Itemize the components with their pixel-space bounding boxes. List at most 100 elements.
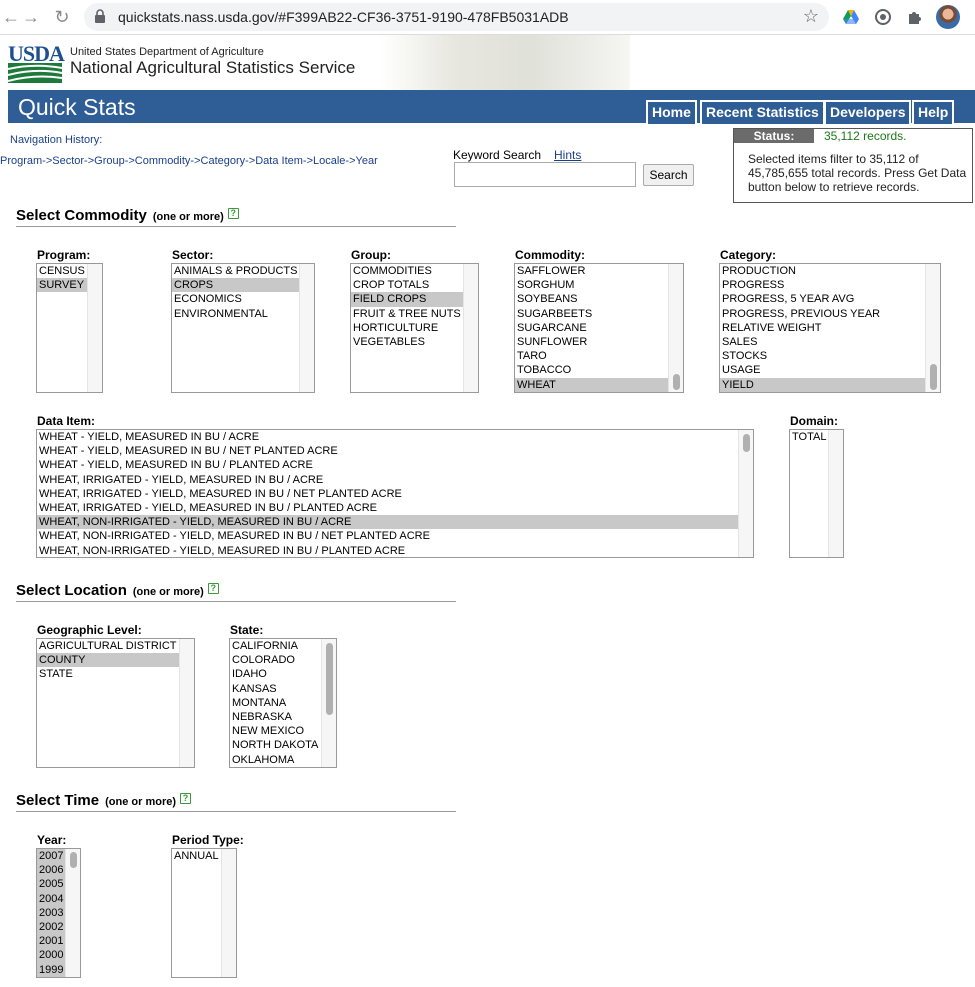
geographic-level-listbox[interactable]: AGRICULTURAL DISTRICT COUNTY STATE — [36, 638, 195, 768]
list-option[interactable]: SAFFLOWER — [515, 264, 668, 278]
scrollbar[interactable] — [221, 849, 236, 977]
back-icon[interactable]: ← — [0, 6, 22, 28]
commodity-listbox[interactable]: SAFFLOWER SORGHUM SOYBEANS SUGARBEETS SUGARC… — [514, 263, 684, 393]
breadcrumb[interactable]: Program->Sector->Group->Commodity->Categ… — [0, 155, 378, 167]
list-option[interactable]: WHEAT, IRRIGATED - YIELD, MEASURED IN BU… — [37, 487, 738, 501]
list-option[interactable]: CROPS — [172, 278, 299, 293]
extension-circle-icon[interactable] — [874, 8, 892, 26]
list-option[interactable]: IDAHO — [230, 667, 321, 681]
list-option[interactable]: WHEAT - YIELD, MEASURED IN BU / NET PLAN… — [37, 444, 738, 458]
list-option[interactable]: OKLAHOMA — [230, 753, 321, 767]
scrollbar-thumb[interactable] — [743, 434, 750, 452]
list-option[interactable]: WHEAT, NON-IRRIGATED - YIELD, MEASURED I… — [37, 544, 738, 558]
list-option[interactable]: WHEAT, NON-IRRIGATED - YIELD, MEASURED I… — [37, 515, 738, 530]
list-option[interactable]: ANNUAL — [172, 849, 221, 863]
scrollbar[interactable] — [299, 264, 314, 392]
address-bar[interactable]: quickstats.nass.usda.gov/#F399AB22-CF36-… — [84, 3, 829, 31]
help-icon[interactable]: ? — [180, 793, 192, 804]
list-option[interactable]: PROGRESS, PREVIOUS YEAR — [720, 307, 925, 321]
list-option[interactable]: SALES — [720, 335, 925, 349]
list-option[interactable]: SOYBEANS — [515, 292, 668, 306]
help-icon[interactable]: ? — [207, 583, 219, 594]
list-option[interactable]: 2005 — [37, 877, 65, 892]
list-option[interactable]: HORTICULTURE — [351, 321, 463, 335]
keyword-search-input[interactable] — [454, 162, 636, 187]
scrollbar-thumb[interactable] — [930, 364, 937, 390]
sector-listbox[interactable]: ANIMALS & PRODUCTS CROPS ECONOMICS ENVIRONM… — [171, 263, 315, 393]
list-option[interactable]: NEBRASKA — [230, 710, 321, 724]
list-option[interactable]: NEW MEXICO — [230, 724, 321, 738]
list-option[interactable]: ECONOMICS — [172, 292, 299, 306]
list-option[interactable]: 2001 — [37, 934, 65, 949]
search-hints-link[interactable]: Hints — [554, 148, 581, 162]
program-listbox[interactable]: CENSUS SURVEY — [36, 263, 103, 393]
list-option[interactable]: PROGRESS — [720, 278, 925, 292]
forward-icon[interactable]: → — [20, 6, 42, 28]
list-option[interactable]: CALIFORNIA — [230, 639, 321, 653]
list-option[interactable]: SORGHUM — [515, 278, 668, 292]
list-option[interactable]: STOCKS — [720, 349, 925, 363]
scrollbar-thumb[interactable] — [70, 852, 77, 868]
domain-listbox[interactable]: TOTAL — [789, 429, 844, 558]
scrollbar[interactable] — [463, 264, 478, 392]
list-option[interactable]: STATE — [37, 667, 179, 681]
nav-developers[interactable]: Developers — [824, 100, 912, 124]
extensions-puzzle-icon[interactable] — [906, 8, 924, 26]
scrollbar[interactable] — [925, 264, 940, 392]
nav-home[interactable]: Home — [646, 100, 697, 124]
list-option[interactable]: YIELD — [720, 377, 925, 392]
list-option[interactable]: CENSUS — [37, 264, 87, 278]
scrollbar[interactable] — [65, 849, 80, 977]
list-option[interactable]: COUNTY — [37, 653, 179, 668]
list-option[interactable]: FIELD CROPS — [351, 292, 463, 307]
drive-icon[interactable] — [842, 8, 860, 26]
list-option[interactable]: SUNFLOWER — [515, 335, 668, 349]
scrollbar-thumb[interactable] — [673, 374, 680, 390]
scrollbar[interactable] — [828, 430, 843, 557]
usda-logo[interactable]: USDA — [8, 41, 65, 83]
list-option[interactable]: TOTAL — [790, 430, 828, 444]
list-option[interactable]: TARO — [515, 349, 668, 363]
list-option[interactable]: TOBACCO — [515, 363, 668, 377]
list-option[interactable]: WHEAT, IRRIGATED - YIELD, MEASURED IN BU… — [37, 473, 738, 487]
state-listbox[interactable]: CALIFORNIA COLORADO IDAHO KANSAS MONTANA NEBR… — [229, 638, 337, 768]
list-option[interactable]: 2003 — [37, 905, 65, 920]
scrollbar-thumb[interactable] — [326, 643, 333, 715]
list-option[interactable]: SURVEY — [37, 278, 87, 293]
data-item-listbox[interactable]: WHEAT - YIELD, MEASURED IN BU / ACRE WHEA… — [36, 429, 754, 558]
list-option[interactable]: RELATIVE WEIGHT — [720, 321, 925, 335]
scrollbar[interactable] — [321, 639, 336, 767]
list-option[interactable]: AGRICULTURAL DISTRICT — [37, 639, 179, 653]
list-option[interactable]: USAGE — [720, 363, 925, 377]
list-option[interactable]: 2006 — [37, 863, 65, 878]
list-option[interactable]: WHEAT - YIELD, MEASURED IN BU / PLANTED … — [37, 458, 738, 472]
scrollbar[interactable] — [87, 264, 102, 392]
list-option[interactable]: WHEAT, NON-IRRIGATED - YIELD, MEASURED I… — [37, 529, 738, 543]
list-option[interactable]: MONTANA — [230, 696, 321, 710]
list-option[interactable]: COLORADO — [230, 653, 321, 667]
list-option[interactable]: COMMODITIES — [351, 264, 463, 278]
nav-recent-statistics[interactable]: Recent Statistics — [700, 100, 825, 124]
list-option[interactable]: 2007 — [37, 849, 65, 864]
scrollbar[interactable] — [179, 639, 194, 767]
year-listbox[interactable]: 2007 2006 2005 2004 2003 2002 2001 2000 1999 — [36, 848, 81, 978]
search-button[interactable]: Search — [643, 164, 694, 186]
scrollbar[interactable] — [668, 264, 683, 392]
list-option[interactable]: 2000 — [37, 948, 65, 963]
list-option[interactable]: ANIMALS & PRODUCTS — [172, 264, 299, 278]
category-listbox[interactable]: PRODUCTION PROGRESS PROGRESS, 5 YEAR AVG PR… — [719, 263, 941, 393]
profile-avatar[interactable] — [936, 5, 960, 29]
group-listbox[interactable]: COMMODITIES CROP TOTALS FIELD CROPS FRUIT &… — [350, 263, 479, 393]
nav-help[interactable]: Help — [912, 100, 955, 124]
scrollbar[interactable] — [738, 430, 753, 557]
list-option[interactable]: WHEAT, IRRIGATED - YIELD, MEASURED IN BU… — [37, 501, 738, 515]
period-type-listbox[interactable]: ANNUAL — [171, 848, 237, 978]
reload-icon[interactable]: ↻ — [51, 6, 73, 28]
list-option[interactable]: 1999 — [37, 962, 65, 977]
list-option[interactable]: SUGARBEETS — [515, 307, 668, 321]
list-option[interactable]: 2002 — [37, 919, 65, 935]
list-option[interactable]: KANSAS — [230, 682, 321, 696]
list-option[interactable]: WHEAT - YIELD, MEASURED IN BU / ACRE — [37, 430, 738, 444]
bookmark-star-icon[interactable]: ☆ — [803, 6, 819, 27]
list-option[interactable]: VEGETABLES — [351, 335, 463, 349]
